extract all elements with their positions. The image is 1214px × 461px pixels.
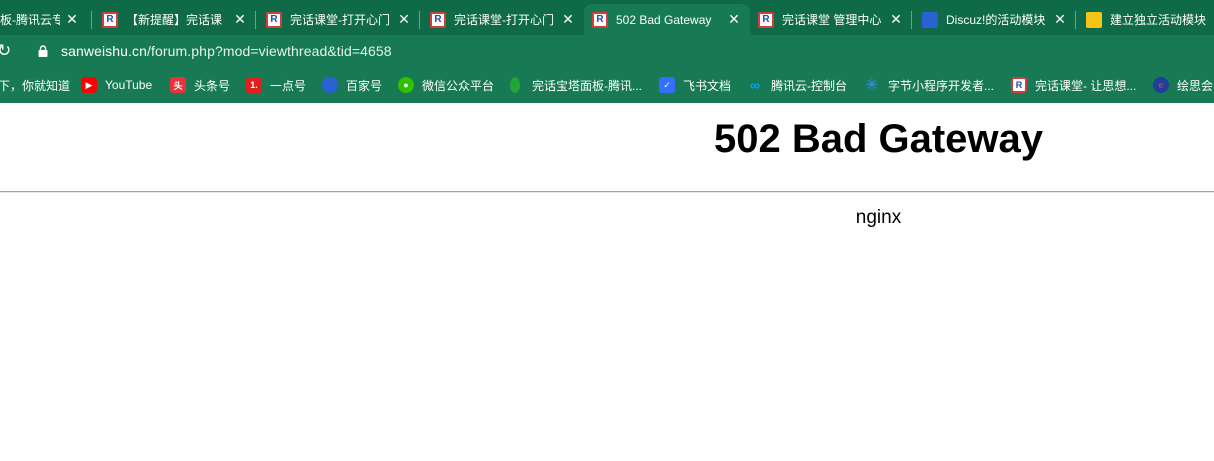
url-path: /forum.php?mod=viewthread&tid=4658 xyxy=(147,43,392,59)
site-logo-icon: R xyxy=(102,11,118,28)
close-icon[interactable]: ✕ xyxy=(396,11,412,28)
bookmark-tencent-cloud[interactable]: ∞ 腾讯云-控制台 xyxy=(747,76,847,94)
server-name: nginx xyxy=(855,207,902,228)
bookmark-baijia[interactable]: 🐾 百家号 xyxy=(322,76,382,94)
bookmark-label: 绘思会 xyxy=(1177,78,1214,93)
tab-4[interactable]: R 完话课堂-打开心门 ✕ xyxy=(422,4,584,35)
tab-separator xyxy=(1075,11,1076,29)
feishu-icon: ✓ xyxy=(659,77,675,93)
tab-title: 板-腾讯云专 xyxy=(0,13,60,27)
bookmark-label: YouTube xyxy=(105,78,153,92)
close-icon[interactable]: ✕ xyxy=(888,11,904,28)
wechat-icon: ● xyxy=(398,77,414,93)
tab-separator xyxy=(91,11,92,29)
baota-icon xyxy=(510,77,520,93)
bookmarks-bar: 下，你就知道 ▶ YouTube 头 头条号 1. 一点号 🐾 百家号 ● 微信… xyxy=(0,68,1214,101)
tab-7[interactable]: 🐾 Discuz!的活动模块 ✕ xyxy=(914,4,1076,35)
tencent-cloud-icon: ∞ xyxy=(750,77,760,93)
tab-title: 建立独立活动模块 xyxy=(1110,13,1207,27)
site-logo-icon: R xyxy=(1011,77,1027,93)
page-content: 502 Bad Gateway nginx xyxy=(0,103,1214,461)
tab-separator xyxy=(419,11,420,29)
close-icon[interactable]: ✕ xyxy=(560,11,576,28)
site-logo-icon: R xyxy=(758,11,774,28)
toutiao-icon: 头 xyxy=(170,77,186,93)
bookmark-yidian[interactable]: 1. 一点号 xyxy=(246,76,306,94)
site-logo-icon: R xyxy=(430,11,446,28)
tab-title: 【新提醒】完话课 xyxy=(126,13,223,27)
divider xyxy=(0,191,1214,193)
bookmark-bytedance[interactable]: ✳ 字节小程序开发者... xyxy=(864,76,994,94)
folder-icon xyxy=(1086,11,1102,28)
lock-icon[interactable] xyxy=(38,45,48,57)
bookmark-huisi[interactable]: e 绘思会 xyxy=(1153,76,1213,94)
tab-strip: 板-腾讯云专 ✕ R 【新提醒】完话课 ✕ R 完话课堂-打开心门 ✕ R 完话… xyxy=(0,0,1214,35)
baidu-icon: 🐾 xyxy=(922,11,938,28)
tab-title: 完话课堂-打开心门 xyxy=(290,13,390,27)
tab-separator xyxy=(911,11,912,29)
youtube-icon: ▶ xyxy=(81,77,97,93)
close-icon[interactable]: ✕ xyxy=(64,11,80,28)
close-icon[interactable]: ✕ xyxy=(232,11,248,28)
tab-title: 502 Bad Gateway xyxy=(616,12,712,27)
tab-separator xyxy=(255,11,256,29)
site-logo-icon: R xyxy=(266,11,282,28)
tab-6[interactable]: R 完话课堂 管理中心 ✕ xyxy=(750,4,912,35)
bookmark-toutiao[interactable]: 头 头条号 xyxy=(170,76,230,94)
yidian-icon: 1. xyxy=(246,77,262,93)
bookmark-label: 微信公众平台 xyxy=(422,78,495,93)
tab-8[interactable]: 建立独立活动模块 xyxy=(1078,4,1214,35)
site-logo-icon: R xyxy=(592,11,608,28)
bytedance-icon: ✳ xyxy=(865,77,879,94)
bookmark-label: 飞书文档 xyxy=(683,78,732,93)
tab-title: 完话课堂-打开心门 xyxy=(454,13,554,27)
bookmark-youtube[interactable]: ▶ YouTube xyxy=(81,76,152,94)
bookmark-label: 一点号 xyxy=(270,78,307,93)
bookmark-wanhua[interactable]: R 完话课堂- 让思想... xyxy=(1011,76,1136,94)
tab-2[interactable]: R 【新提醒】完话课 ✕ xyxy=(94,4,256,35)
address-bar: ↻ sanweishu.cn/forum.php?mod=viewthread&… xyxy=(0,35,1214,68)
tab-title: Discuz!的活动模块 xyxy=(946,13,1046,27)
bookmark-label: 百家号 xyxy=(346,78,383,93)
bookmark-label: 字节小程序开发者... xyxy=(888,78,995,93)
tab-3[interactable]: R 完话课堂-打开心门 ✕ xyxy=(258,4,420,35)
bookmark-label: 腾讯云-控制台 xyxy=(771,78,847,93)
baidu-icon: 🐾 xyxy=(322,77,338,93)
tab-1[interactable]: 板-腾讯云专 ✕ xyxy=(0,4,88,35)
tab-title: 完话课堂 管理中心 xyxy=(782,13,882,27)
bookmark-wechat[interactable]: ● 微信公众平台 xyxy=(398,76,494,94)
bookmark-label: 完话课堂- 让思想... xyxy=(1035,78,1137,93)
bookmark-label: 下，你就知道 xyxy=(0,78,71,93)
url-field[interactable]: sanweishu.cn/forum.php?mod=viewthread&ti… xyxy=(61,43,392,59)
huisi-icon: e xyxy=(1153,77,1169,93)
close-icon[interactable]: ✕ xyxy=(726,11,742,28)
page-title: 502 Bad Gateway xyxy=(713,117,1044,161)
bookmark-label: 完话宝塔面板-腾讯... xyxy=(532,78,642,93)
browser-chrome: 板-腾讯云专 ✕ R 【新提醒】完话课 ✕ R 完话课堂-打开心门 ✕ R 完话… xyxy=(0,0,1214,103)
tab-active[interactable]: R 502 Bad Gateway ✕ xyxy=(584,4,750,35)
close-icon[interactable]: ✕ xyxy=(1052,11,1068,28)
reload-icon[interactable]: ↻ xyxy=(0,42,15,60)
bookmark-label: 头条号 xyxy=(194,78,231,93)
bookmark-feishu[interactable]: ✓ 飞书文档 xyxy=(659,76,731,94)
bookmark-baota[interactable]: 完话宝塔面板-腾讯... xyxy=(510,76,642,94)
bookmark-baidu[interactable]: 下，你就知道 xyxy=(0,76,70,94)
url-host: sanweishu.cn xyxy=(61,43,148,59)
